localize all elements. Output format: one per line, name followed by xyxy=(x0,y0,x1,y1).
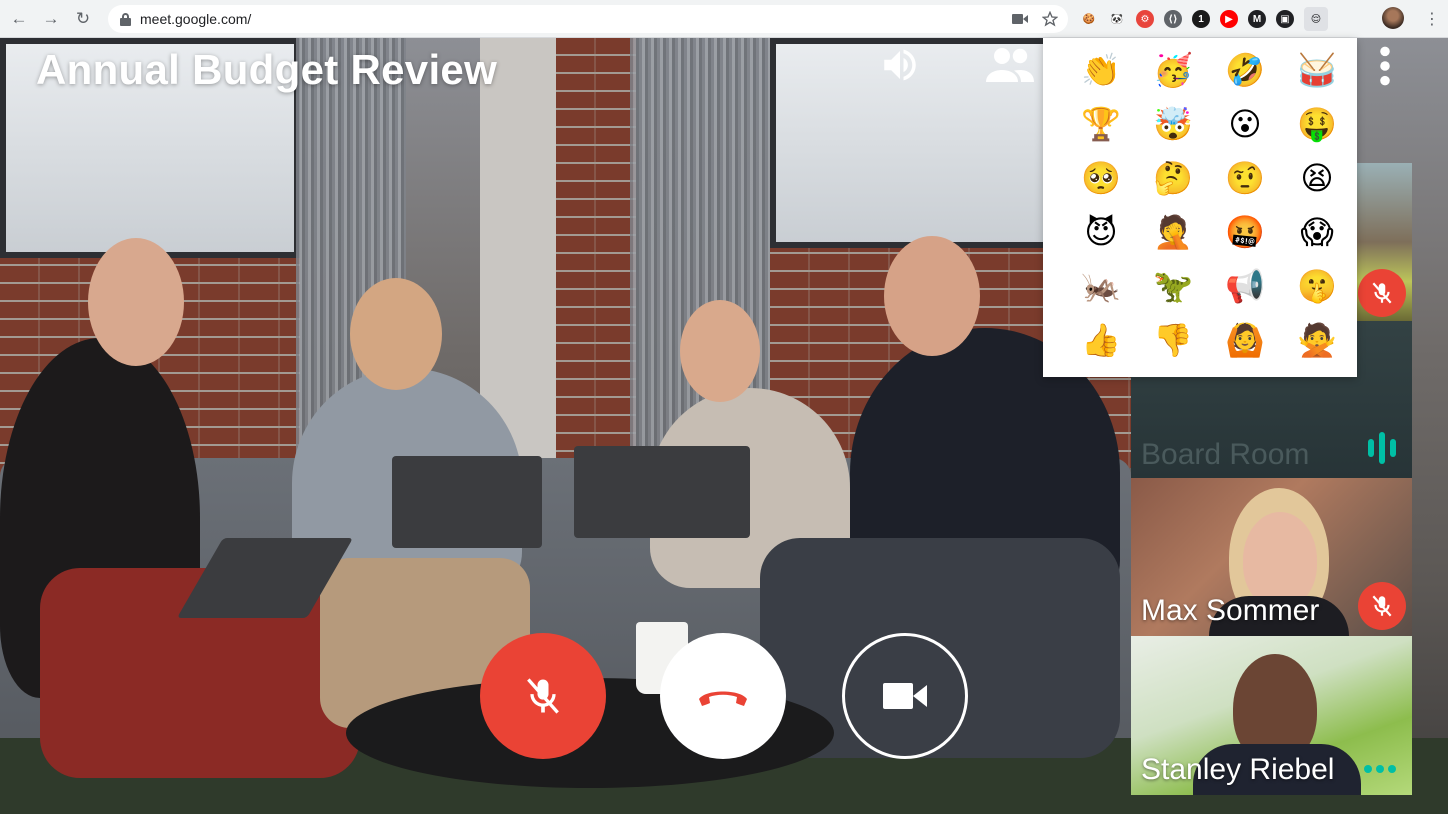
person-2-head xyxy=(350,278,442,390)
person-3-head xyxy=(680,300,760,402)
mic-off-icon xyxy=(1372,595,1392,617)
brick-wall xyxy=(556,38,636,468)
emoji-extension-icon[interactable]: 😌 xyxy=(1304,7,1328,31)
emoji-pleading[interactable]: 🥺 xyxy=(1065,156,1137,210)
nodes-icon[interactable]: ⚙ xyxy=(1136,10,1154,28)
emoji-rofl[interactable]: 🤣 xyxy=(1209,48,1281,102)
emoji-thumbs-down[interactable]: 👎 xyxy=(1137,318,1209,372)
emoji-scream[interactable]: 😱 xyxy=(1281,210,1353,264)
mute-microphone-button[interactable] xyxy=(480,633,606,759)
toggle-camera-button[interactable] xyxy=(842,633,968,759)
cookie-icon[interactable]: 🍪 xyxy=(1080,10,1098,28)
reload-icon[interactable]: ↻ xyxy=(70,6,96,32)
emoji-t-rex[interactable]: 🦖 xyxy=(1137,264,1209,318)
emoji-surprised[interactable]: 😮 xyxy=(1209,102,1281,156)
youtube-icon[interactable]: ▶ xyxy=(1220,10,1238,28)
emoji-mind-blown[interactable]: 🤯 xyxy=(1137,102,1209,156)
onepassword-icon[interactable]: 1 xyxy=(1192,10,1210,28)
participant-name: Board Room xyxy=(1141,438,1310,471)
emoji-no-gesture[interactable]: 🙅 xyxy=(1281,318,1353,372)
video-camera-icon xyxy=(883,683,927,709)
person-4-head xyxy=(884,236,980,356)
emoji-party-face[interactable]: 🥳 xyxy=(1137,48,1209,102)
emoji-cursing[interactable]: 🤬 xyxy=(1209,210,1281,264)
address-bar[interactable]: meet.google.com/ xyxy=(108,5,1068,33)
mic-off-icon xyxy=(527,678,559,714)
m-icon[interactable]: M xyxy=(1248,10,1266,28)
dark-square-icon[interactable]: ▣ xyxy=(1276,10,1294,28)
more-options-icon[interactable] xyxy=(1374,44,1396,88)
browser-menu-icon[interactable]: ⋮ xyxy=(1424,9,1440,29)
hang-up-icon xyxy=(699,691,747,706)
browser-toolbar: ← → ↻ meet.google.com/ 🍪 🐼 ⚙ ⟨⟩ 1 ▶ M ▣ 😌 ⋮ xyxy=(0,0,1448,38)
emoji-drum[interactable]: 🥁 xyxy=(1281,48,1353,102)
speaking-dots-icon xyxy=(1364,765,1396,773)
emoji-cricket[interactable]: 🦗 xyxy=(1065,264,1137,318)
emoji-facepalm[interactable]: 🤦 xyxy=(1137,210,1209,264)
pillar xyxy=(480,38,560,458)
speaker-icon[interactable] xyxy=(878,44,922,86)
emoji-picker: 👏 🥳 🤣 🥁 🏆 🤯 😮 🤑 🥺 🤔 🤨 😫 😈 🤦 🤬 😱 🦗 🦖 📢 🤫 👍 👎 🙆 🙅 xyxy=(1043,38,1357,377)
forward-icon[interactable]: → xyxy=(38,6,64,32)
participants-icon[interactable] xyxy=(984,46,1036,86)
participant-name: Stanley Riebel xyxy=(1141,753,1335,786)
audio-level-icon xyxy=(1368,432,1396,464)
back-icon[interactable]: ← xyxy=(6,6,32,32)
emoji-tired[interactable]: 😫 xyxy=(1281,156,1353,210)
url-text: meet.google.com/ xyxy=(140,11,252,27)
participant-tile[interactable]: Stanley Riebel xyxy=(1131,636,1412,795)
laptop xyxy=(574,446,750,538)
person-1-head xyxy=(88,238,184,366)
bookmark-star-icon[interactable] xyxy=(1042,11,1058,27)
mic-off-icon xyxy=(1372,282,1392,304)
laptop xyxy=(392,456,542,548)
emoji-thumbs-up[interactable]: 👍 xyxy=(1065,318,1137,372)
participant-tile[interactable]: Max Sommer xyxy=(1131,478,1412,636)
emoji-ok-gesture[interactable]: 🙆 xyxy=(1209,318,1281,372)
emoji-clap[interactable]: 👏 xyxy=(1065,48,1137,102)
extensions-bar: 🍪 🐼 ⚙ ⟨⟩ 1 ▶ M ▣ 😌 xyxy=(1080,7,1328,31)
emoji-shush[interactable]: 🤫 xyxy=(1281,264,1353,318)
muted-badge xyxy=(1358,269,1406,317)
emoji-thinking[interactable]: 🤔 xyxy=(1137,156,1209,210)
panda-icon[interactable]: 🐼 xyxy=(1108,10,1126,28)
muted-badge xyxy=(1358,582,1406,630)
lock-icon xyxy=(120,12,131,26)
emoji-devil[interactable]: 😈 xyxy=(1065,210,1137,264)
emoji-money-face[interactable]: 🤑 xyxy=(1281,102,1353,156)
emoji-grid: 👏 🥳 🤣 🥁 🏆 🤯 😮 🤑 🥺 🤔 🤨 😫 😈 🤦 🤬 😱 🦗 🦖 📢 🤫 👍 👎 🙆 🙅 xyxy=(1065,48,1343,372)
camera-permission-icon[interactable] xyxy=(1012,13,1028,25)
participant-name: Max Sommer xyxy=(1141,594,1320,627)
code-brackets-icon[interactable]: ⟨⟩ xyxy=(1164,10,1182,28)
emoji-trophy[interactable]: 🏆 xyxy=(1065,102,1137,156)
meeting-title: Annual Budget Review xyxy=(36,46,498,93)
end-call-button[interactable] xyxy=(660,633,786,759)
emoji-raised-eyebrow[interactable]: 🤨 xyxy=(1209,156,1281,210)
emoji-loudspeaker[interactable]: 📢 xyxy=(1209,264,1281,318)
profile-avatar[interactable] xyxy=(1382,7,1404,29)
